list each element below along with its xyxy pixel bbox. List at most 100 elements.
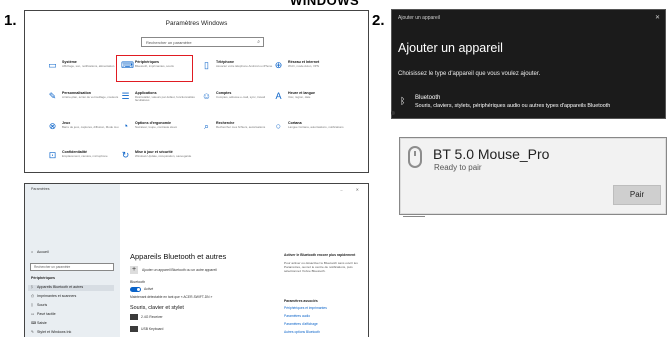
search-icon: ⌕ <box>257 39 260 45</box>
related-link[interactable]: Paramètres d'affichage <box>284 322 318 326</box>
sync-icon: ↻ <box>121 150 130 160</box>
tile-cortana[interactable]: ○ Cortana Langue Cortana, autorisations,… <box>273 120 353 142</box>
sidebar-section-title: Périphériques <box>31 276 55 280</box>
search-icon: ⌕ <box>203 121 210 131</box>
settings-sidebar: Paramètres ⌂ Accueil Rechercher un paramè… <box>25 184 120 337</box>
sidebar-item-pen[interactable]: ✎ Stylet et Windows Ink <box>31 330 71 334</box>
found-device-card[interactable]: BT 5.0 Mouse_Pro Ready to pair Pair <box>399 137 667 215</box>
tile-confidentialite[interactable]: ⊡ Confidentialité Emplacement, caméra, m… <box>47 149 127 171</box>
sidebar-item-label: Imprimantes et scanners <box>37 294 77 298</box>
dialog-heading: Ajouter un appareil <box>398 41 503 55</box>
device-status: Ready to pair <box>434 163 482 172</box>
add-device-dialog: Ajouter un appareil ✕ Ajouter un apparei… <box>391 9 666 119</box>
window-controls[interactable]: – ✕ <box>340 187 365 192</box>
brush-icon: ✎ <box>48 91 57 101</box>
bluetooth-option-button[interactable]: ᛒ Bluetooth Souris, claviers, stylets, p… <box>397 92 659 114</box>
dialog-window-title: Ajouter un appareil <box>398 15 440 21</box>
option-desc: Souris, claviers, stylets, périphériques… <box>415 103 611 109</box>
bluetooth-label: Bluetooth <box>130 280 146 284</box>
dialog-subtitle: Choisissez le type d'appareil que vous v… <box>398 71 541 77</box>
tile-desc: Barre de jeux, captures, diffusion, Mode… <box>62 125 119 129</box>
toggle-state-label: Activé <box>144 287 154 291</box>
tile-systeme[interactable]: ▭ Système Affichage, son, notifications,… <box>47 59 127 81</box>
sidebar-item-touchpad[interactable]: ▭ Pavé tactile <box>31 312 56 316</box>
tile-personnalisation[interactable]: ✎ Personnalisation Arrière-plan, écran d… <box>47 90 127 112</box>
sidebar-item-label: Souris <box>37 303 48 307</box>
sidebar-item-bluetooth[interactable]: ᛒ Appareils Bluetooth et autres <box>28 285 114 291</box>
add-device-button[interactable]: + Ajouter un appareil Bluetooth ou un au… <box>130 266 217 275</box>
person-icon: ☺ <box>201 91 212 101</box>
sidebar-item-label: Appareils Bluetooth et autres <box>37 285 84 289</box>
bluetooth-toggle[interactable] <box>130 287 141 292</box>
step-number-1: 1. <box>4 12 17 29</box>
tile-desc: Bluetooth, imprimantes, souris <box>135 64 174 68</box>
sidebar-item-printers[interactable]: ⎙ Imprimantes et scanners <box>31 294 76 298</box>
option-name: Bluetooth <box>415 95 441 101</box>
phone-icon: ▯ <box>204 60 209 70</box>
section-title: Souris, clavier et stylet <box>130 305 184 311</box>
related-settings-panel: – ✕ Activer le Bluetooth encore plus rap… <box>280 184 368 337</box>
tile-mise-a-jour[interactable]: ↻ Mise à jour et sécurité Windows Update… <box>120 149 200 171</box>
tile-desc: Emplacement, caméra, microphone <box>62 154 108 158</box>
related-link[interactable]: Autres options Bluetooth <box>284 330 320 334</box>
add-device-label: Ajouter un appareil Bluetooth ou un autr… <box>142 268 217 272</box>
sidebar-item-home[interactable]: ⌂ Accueil <box>31 250 49 254</box>
sidebar-item-label: Pavé tactile <box>37 312 56 316</box>
ease-of-access-icon: ◔ <box>122 121 129 131</box>
related-heading: Paramètres associés <box>284 299 318 303</box>
related-link[interactable]: Paramètres audio <box>284 314 310 318</box>
device-icon <box>130 314 138 320</box>
windows-settings-window: Paramètres Windows Rechercher un paramèt… <box>24 10 369 173</box>
tip-text: Pour activer ou désactiver le Bluetooth … <box>284 261 358 273</box>
apps-icon: ☰ <box>121 91 130 101</box>
tile-applications[interactable]: ☰ Applications Désinstaller, valeurs par… <box>120 90 200 112</box>
tile-desc: Affichage, son, notifications, alimentat… <box>62 64 115 68</box>
pair-button[interactable]: Pair <box>613 185 661 205</box>
step-number-2: 2. <box>372 12 385 29</box>
device-name: BT 5.0 Mouse_Pro <box>433 146 550 162</box>
tile-desc: Associer votre téléphone Android ou iPho… <box>216 64 273 68</box>
sidebar-item-label: Accueil <box>37 250 49 254</box>
tile-desc: Rechercher mes fichiers, autorisations <box>216 125 266 129</box>
decorative-dot <box>391 111 395 115</box>
tile-comptes[interactable]: ☺ Comptes Comptes, adresse e-mail, sync,… <box>201 90 281 112</box>
tile-telephone[interactable]: ▯ Téléphone Associer votre téléphone And… <box>201 59 281 81</box>
tile-desc: Wi-Fi, mode Avion, VPN <box>288 64 319 68</box>
related-link[interactable]: Périphériques et imprimantes <box>284 306 327 310</box>
tile-desc: Windows Update, récupération, sauvegarde <box>135 154 192 158</box>
laptop-icon: ▭ <box>48 60 57 70</box>
close-icon[interactable]: ✕ <box>655 14 660 21</box>
tile-recherche[interactable]: ⌕ Recherche Rechercher mes fichiers, aut… <box>201 120 281 142</box>
tile-jeux[interactable]: ⊗ Jeux Barre de jeux, captures, diffusio… <box>47 120 127 142</box>
device-label: USB Keyboard <box>141 327 164 331</box>
tile-desc: Voix, région, date <box>288 95 311 99</box>
sidebar-item-mouse[interactable]: ▯ Souris <box>31 303 47 307</box>
tile-ergonomie[interactable]: ◔ Options d'ergonomie Narrateur, loupe, … <box>120 120 200 142</box>
mouse-icon <box>408 146 422 168</box>
bluetooth-settings-window: Paramètres ⌂ Accueil Rechercher un paramè… <box>24 183 369 337</box>
tile-desc: Arrière-plan, écran de verrouillage, cou… <box>62 95 119 99</box>
globe-icon: ⊕ <box>274 60 283 70</box>
tile-desc: Langue Cortana, autorisations, notificat… <box>288 125 344 129</box>
plus-icon: + <box>130 266 138 274</box>
cortana-icon: ○ <box>275 121 282 131</box>
window-caption: Paramètres <box>31 187 50 191</box>
settings-search-input[interactable]: Rechercher un paramètre ⌕ <box>141 37 264 47</box>
sidebar-item-typing[interactable]: ⌨Saisie <box>31 321 47 325</box>
sidebar-search-input[interactable]: Rechercher un paramètre <box>30 263 114 271</box>
page-title: Appareils Bluetooth et autres <box>130 252 227 261</box>
keyboard-icon: ⌨ <box>121 60 134 70</box>
divider <box>403 216 425 217</box>
tile-desc: Comptes, adresse e-mail, sync, travail <box>216 95 265 99</box>
tile-reseau[interactable]: ⊕ Réseau et Internet Wi-Fi, mode Avion, … <box>273 59 353 81</box>
settings-title: Paramètres Windows <box>165 20 228 27</box>
device-icon <box>130 326 138 332</box>
bluetooth-icon: ᛒ <box>400 96 406 106</box>
sidebar-item-label: Saisie <box>37 321 47 325</box>
tile-heure-langue[interactable]: A Heure et langue Voix, région, date <box>273 90 353 112</box>
discoverable-text: Maintenant détectable en tant que « ACER… <box>130 295 213 299</box>
time-language-icon: A <box>275 91 282 101</box>
device-label: 2.4G Receiver <box>141 315 163 319</box>
tile-peripheriques[interactable]: ⌨ Périphériques Bluetooth, imprimantes, … <box>116 55 193 82</box>
sidebar-item-label: Stylet et Windows Ink <box>37 330 72 334</box>
